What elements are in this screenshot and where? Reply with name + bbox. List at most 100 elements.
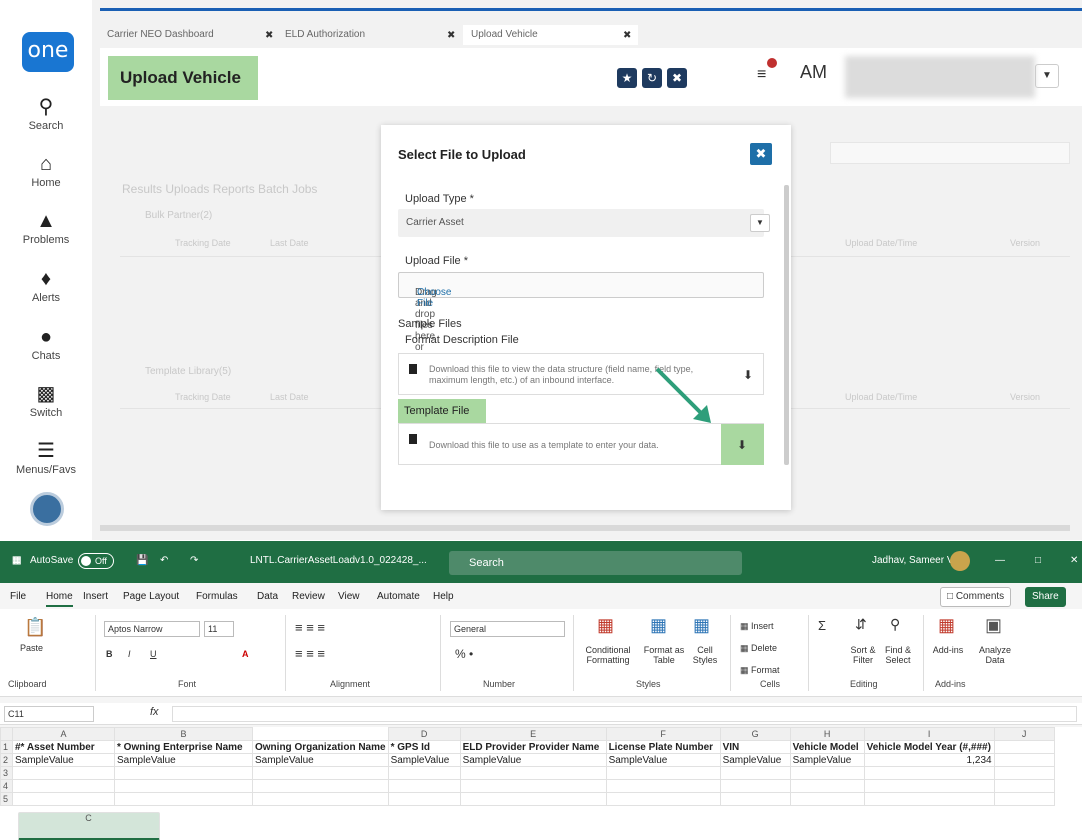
header-cell[interactable]: #* Asset Number — [12, 740, 115, 754]
menu-help[interactable]: Help — [433, 591, 454, 602]
header-cell[interactable]: * Owning Enterprise Name — [114, 740, 253, 754]
name-box[interactable]: C11 — [4, 706, 94, 722]
cell[interactable] — [993, 766, 1055, 780]
cell[interactable] — [863, 792, 995, 806]
nav-chats[interactable]: ● Chats — [0, 326, 92, 362]
format-table-icon[interactable]: ▦ — [650, 615, 667, 636]
cell[interactable]: SampleValue — [114, 753, 253, 767]
cell[interactable] — [387, 766, 461, 780]
cell-styles-icon[interactable]: ▦ — [693, 615, 710, 636]
row-number[interactable]: 3 — [0, 766, 13, 780]
undo-icon[interactable]: ↶ — [160, 555, 168, 566]
italic-button[interactable]: I — [128, 649, 131, 659]
menu-automate[interactable]: Automate — [377, 591, 420, 602]
corner-cell[interactable] — [0, 727, 13, 741]
col-header[interactable]: D — [387, 727, 461, 741]
conditional-format-icon[interactable]: ▦ — [597, 615, 614, 636]
cell[interactable] — [459, 779, 607, 793]
cell[interactable] — [387, 779, 461, 793]
col-header[interactable]: H — [789, 727, 865, 741]
cell[interactable]: 1,234 — [863, 753, 995, 767]
tab-dashboard[interactable]: Carrier NEO Dashboard — [107, 25, 214, 45]
nav-home[interactable]: ⌂ Home — [0, 153, 92, 189]
cell[interactable]: SampleValue — [719, 753, 791, 767]
col-header[interactable]: I — [863, 727, 995, 741]
header-cell[interactable]: * GPS Id — [387, 740, 461, 754]
notifications-icon[interactable]: ≡ — [757, 66, 766, 84]
menu-file[interactable]: File — [10, 591, 26, 602]
addins-icon[interactable]: ▦ — [938, 615, 955, 636]
paste-icon[interactable]: 📋 — [24, 617, 46, 638]
cell[interactable]: SampleValue — [387, 753, 461, 767]
find-select-label[interactable]: Find & Select — [880, 645, 916, 665]
analyze-data-label[interactable]: Analyze Data — [975, 645, 1015, 665]
nav-alerts[interactable]: ♦ Alerts — [0, 268, 92, 304]
cell[interactable]: SampleValue — [605, 753, 721, 767]
cell[interactable] — [605, 792, 721, 806]
header-cell[interactable]: Vehicle Model — [789, 740, 865, 754]
app-logo[interactable]: one — [22, 32, 74, 72]
search-box[interactable]: Search — [449, 551, 742, 575]
avatar[interactable] — [950, 551, 970, 571]
font-name-select[interactable]: Aptos Narrow — [104, 621, 200, 637]
col-header[interactable]: E — [459, 727, 607, 741]
cell[interactable] — [863, 779, 995, 793]
format-cells-button[interactable]: ▦ Format — [740, 665, 780, 675]
close-icon[interactable]: ✖ — [667, 68, 687, 88]
redo-icon[interactable]: ↷ — [190, 555, 198, 566]
upload-type-select[interactable]: Carrier Asset ▼ — [398, 209, 770, 237]
star-icon[interactable]: ★ — [617, 68, 637, 88]
chevron-down-icon[interactable]: ▼ — [1035, 64, 1059, 88]
menu-home[interactable]: Home — [46, 591, 73, 607]
cell[interactable] — [993, 792, 1055, 806]
autosum-icon[interactable]: Σ — [818, 619, 826, 632]
cell[interactable] — [387, 792, 461, 806]
cell[interactable] — [789, 792, 865, 806]
col-header[interactable]: C — [17, 811, 160, 840]
sort-filter-label[interactable]: Sort & Filter — [847, 645, 879, 665]
horizontal-scrollbar[interactable] — [100, 525, 1070, 531]
number-format-select[interactable]: General — [450, 621, 565, 637]
cell[interactable]: SampleValue — [252, 753, 389, 767]
cell[interactable] — [789, 779, 865, 793]
cell[interactable] — [252, 766, 389, 780]
find-icon[interactable]: ⚲ — [890, 617, 900, 631]
file-name[interactable]: LNTL.CarrierAssetLoadv1.0_022428_... — [250, 555, 427, 566]
share-button[interactable]: Share — [1025, 587, 1066, 607]
tab-eld[interactable]: ELD Authorization — [285, 25, 365, 45]
download-icon[interactable]: ⬇ — [737, 364, 759, 386]
close-icon[interactable]: ✖ — [447, 30, 455, 41]
cell[interactable] — [719, 792, 791, 806]
cell[interactable] — [114, 766, 253, 780]
cell[interactable] — [12, 779, 115, 793]
tab-upload-vehicle[interactable]: Upload Vehicle — [463, 25, 638, 45]
header-cell[interactable]: Vehicle Model Year (#,###) — [863, 740, 995, 754]
percent-button[interactable]: % • — [455, 648, 473, 660]
nav-search[interactable]: ⚲ Search — [0, 96, 92, 132]
row-number[interactable]: 4 — [0, 779, 13, 793]
modal-scrollbar[interactable] — [784, 185, 789, 465]
cell[interactable] — [719, 766, 791, 780]
cell[interactable] — [114, 792, 253, 806]
cell[interactable]: SampleValue — [459, 753, 607, 767]
analyze-data-icon[interactable]: ▣ — [985, 615, 1002, 636]
cell[interactable] — [719, 779, 791, 793]
menu-insert[interactable]: Insert — [83, 591, 108, 602]
col-header[interactable]: A — [12, 727, 115, 741]
insert-cells-button[interactable]: ▦ Insert — [740, 621, 774, 631]
row-number[interactable]: 5 — [0, 792, 13, 806]
refresh-icon[interactable]: ↻ — [642, 68, 662, 88]
cell-styles-label[interactable]: Cell Styles — [688, 645, 722, 665]
cell[interactable] — [605, 766, 721, 780]
addins-label[interactable]: Add-ins — [930, 645, 966, 655]
align-icon[interactable]: ≡ ≡ ≡ — [295, 647, 325, 660]
cell[interactable] — [993, 753, 1055, 767]
chevron-down-icon[interactable]: ▼ — [750, 214, 770, 232]
cell[interactable] — [114, 779, 253, 793]
col-header[interactable]: G — [719, 727, 791, 741]
nav-problems[interactable]: ▲ Problems — [0, 210, 92, 246]
menu-review[interactable]: Review — [292, 591, 325, 602]
cell[interactable] — [789, 766, 865, 780]
menu-formulas[interactable]: Formulas — [196, 591, 238, 602]
cell[interactable] — [12, 766, 115, 780]
